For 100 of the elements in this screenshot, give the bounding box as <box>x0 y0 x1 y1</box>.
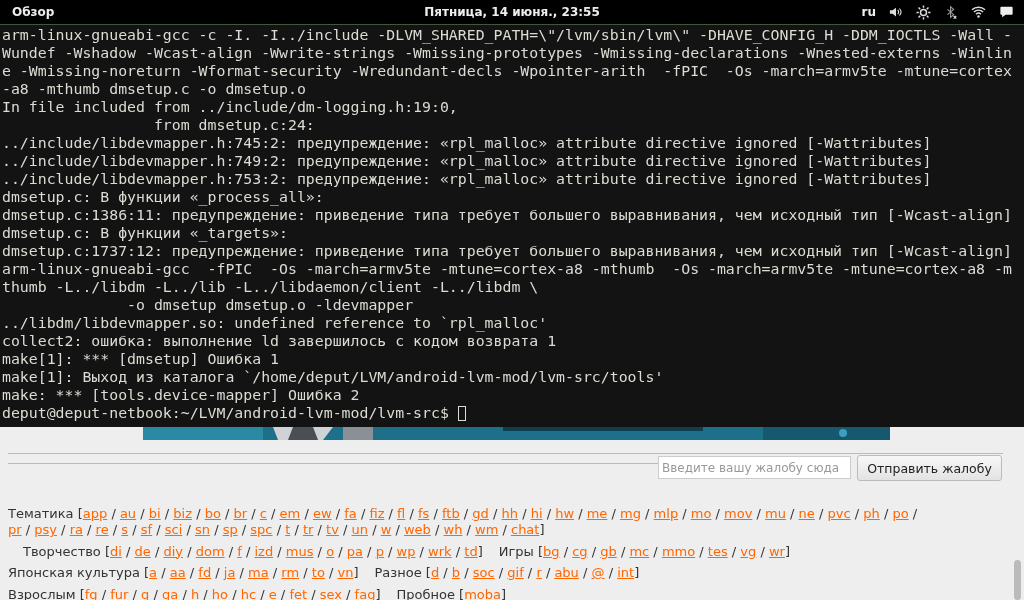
board-link[interactable]: fet <box>289 586 308 600</box>
board-link[interactable]: gb <box>600 543 617 559</box>
board-link[interactable]: mc <box>629 543 650 559</box>
board-link[interactable]: wh <box>443 522 463 537</box>
board-link[interactable]: bi <box>148 506 161 521</box>
board-link[interactable]: hw <box>555 506 575 521</box>
board-link[interactable]: hc <box>240 586 257 600</box>
chat-icon[interactable] <box>999 5 1014 19</box>
board-link[interactable]: e <box>268 586 277 600</box>
board-link[interactable]: sex <box>319 586 342 600</box>
board-link[interactable]: biz <box>173 506 192 521</box>
board-link[interactable]: gd <box>472 506 489 521</box>
board-link[interactable]: tes <box>707 543 728 559</box>
board-link[interactable]: re <box>95 522 109 537</box>
board-link[interactable]: t <box>285 522 291 537</box>
board-link[interactable]: ne <box>798 506 815 521</box>
board-link[interactable]: tv <box>326 522 339 537</box>
board-link[interactable]: cg <box>572 543 588 559</box>
board-link[interactable]: hh <box>501 506 518 521</box>
board-link[interactable]: b <box>451 565 461 580</box>
board-link[interactable]: mo <box>690 506 712 521</box>
board-link[interactable]: to <box>311 565 325 580</box>
board-link[interactable]: gif <box>507 565 524 580</box>
send-complaint-button[interactable]: Отправить жалобу <box>857 455 1002 481</box>
board-link[interactable]: mg <box>620 506 641 521</box>
board-link[interactable]: chat <box>511 522 540 537</box>
board-link[interactable]: fa <box>344 506 357 521</box>
board-link[interactable]: mov <box>724 506 753 521</box>
board-link[interactable]: r <box>536 565 542 580</box>
board-link[interactable]: fd <box>198 565 212 580</box>
board-link[interactable]: dom <box>195 543 225 559</box>
clock[interactable]: Пятница, 14 июня., 23:55 <box>424 5 600 19</box>
board-link[interactable]: bo <box>204 506 221 521</box>
board-link[interactable]: mmo <box>661 543 696 559</box>
bluetooth-off-icon[interactable] <box>944 4 958 20</box>
board-link[interactable]: spc <box>250 522 273 537</box>
board-link[interactable]: moba <box>464 586 501 600</box>
board-link[interactable]: sn <box>195 522 210 537</box>
board-link[interactable]: d <box>430 565 440 580</box>
board-link[interactable]: diy <box>163 543 184 559</box>
board-link[interactable]: wrk <box>428 543 452 559</box>
board-link[interactable]: hi <box>530 506 543 521</box>
board-link[interactable]: abu <box>554 565 579 580</box>
board-link[interactable]: di <box>110 543 122 559</box>
board-link[interactable]: wm <box>475 522 499 537</box>
board-link[interactable]: un <box>351 522 368 537</box>
volume-icon[interactable] <box>889 5 903 19</box>
board-link[interactable]: vn <box>337 565 354 580</box>
board-link[interactable]: mus <box>285 543 314 559</box>
activities-button[interactable]: Обзор <box>0 5 55 19</box>
board-link[interactable]: psy <box>34 522 57 537</box>
board-link[interactable]: td <box>464 543 478 559</box>
board-link[interactable]: f <box>237 543 242 559</box>
board-link[interactable]: bg <box>543 543 560 559</box>
board-link[interactable]: @ <box>591 565 605 580</box>
board-link[interactable]: soc <box>472 565 495 580</box>
board-link[interactable]: mlp <box>653 506 679 521</box>
board-link[interactable]: de <box>134 543 151 559</box>
board-link[interactable]: ftb <box>442 506 460 521</box>
board-link[interactable]: ew <box>312 506 332 521</box>
board-link[interactable]: a <box>149 565 158 580</box>
board-link[interactable]: rm <box>281 565 300 580</box>
scrollbar-thumb[interactable] <box>1014 560 1021 600</box>
board-link[interactable]: int <box>617 565 635 580</box>
board-link[interactable]: fl <box>397 506 406 521</box>
board-link[interactable]: ra <box>69 522 83 537</box>
board-link[interactable]: au <box>119 506 137 521</box>
board-link[interactable]: web <box>403 522 431 537</box>
board-link[interactable]: tr <box>302 522 314 537</box>
board-link[interactable]: o <box>326 543 335 559</box>
wifi-icon[interactable] <box>971 5 986 19</box>
board-link[interactable]: h <box>190 586 200 600</box>
board-link[interactable]: po <box>892 506 909 521</box>
board-link[interactable]: c <box>259 506 267 521</box>
board-link[interactable]: fiz <box>369 506 385 521</box>
board-link[interactable]: aa <box>169 565 186 580</box>
board-link[interactable]: wp <box>396 543 416 559</box>
keyboard-layout[interactable]: ru <box>861 5 876 19</box>
board-link[interactable]: s <box>121 522 129 537</box>
board-link[interactable]: sf <box>140 522 153 537</box>
board-link[interactable]: em <box>279 506 301 521</box>
board-link[interactable]: sci <box>164 522 183 537</box>
board-link[interactable]: me <box>586 506 608 521</box>
board-link[interactable]: app <box>82 506 108 521</box>
board-link[interactable]: p <box>375 543 384 559</box>
board-link[interactable]: wr <box>768 543 785 559</box>
board-link[interactable]: izd <box>254 543 274 559</box>
complaint-field[interactable]: Введите вашу жалобу сюда <box>658 456 851 479</box>
board-link[interactable]: br <box>233 506 248 521</box>
board-link[interactable]: pvc <box>827 506 851 521</box>
board-link[interactable]: ja <box>223 565 236 580</box>
brightness-icon[interactable] <box>916 4 931 20</box>
board-link[interactable]: ho <box>211 586 228 600</box>
board-link[interactable]: ph <box>863 506 880 521</box>
board-link[interactable]: ma <box>248 565 269 580</box>
board-link[interactable]: vg <box>740 543 757 559</box>
board-link[interactable]: pr <box>8 522 22 537</box>
board-link[interactable]: pa <box>346 543 363 559</box>
board-link[interactable]: fs <box>417 506 430 521</box>
board-link[interactable]: mu <box>765 506 786 521</box>
